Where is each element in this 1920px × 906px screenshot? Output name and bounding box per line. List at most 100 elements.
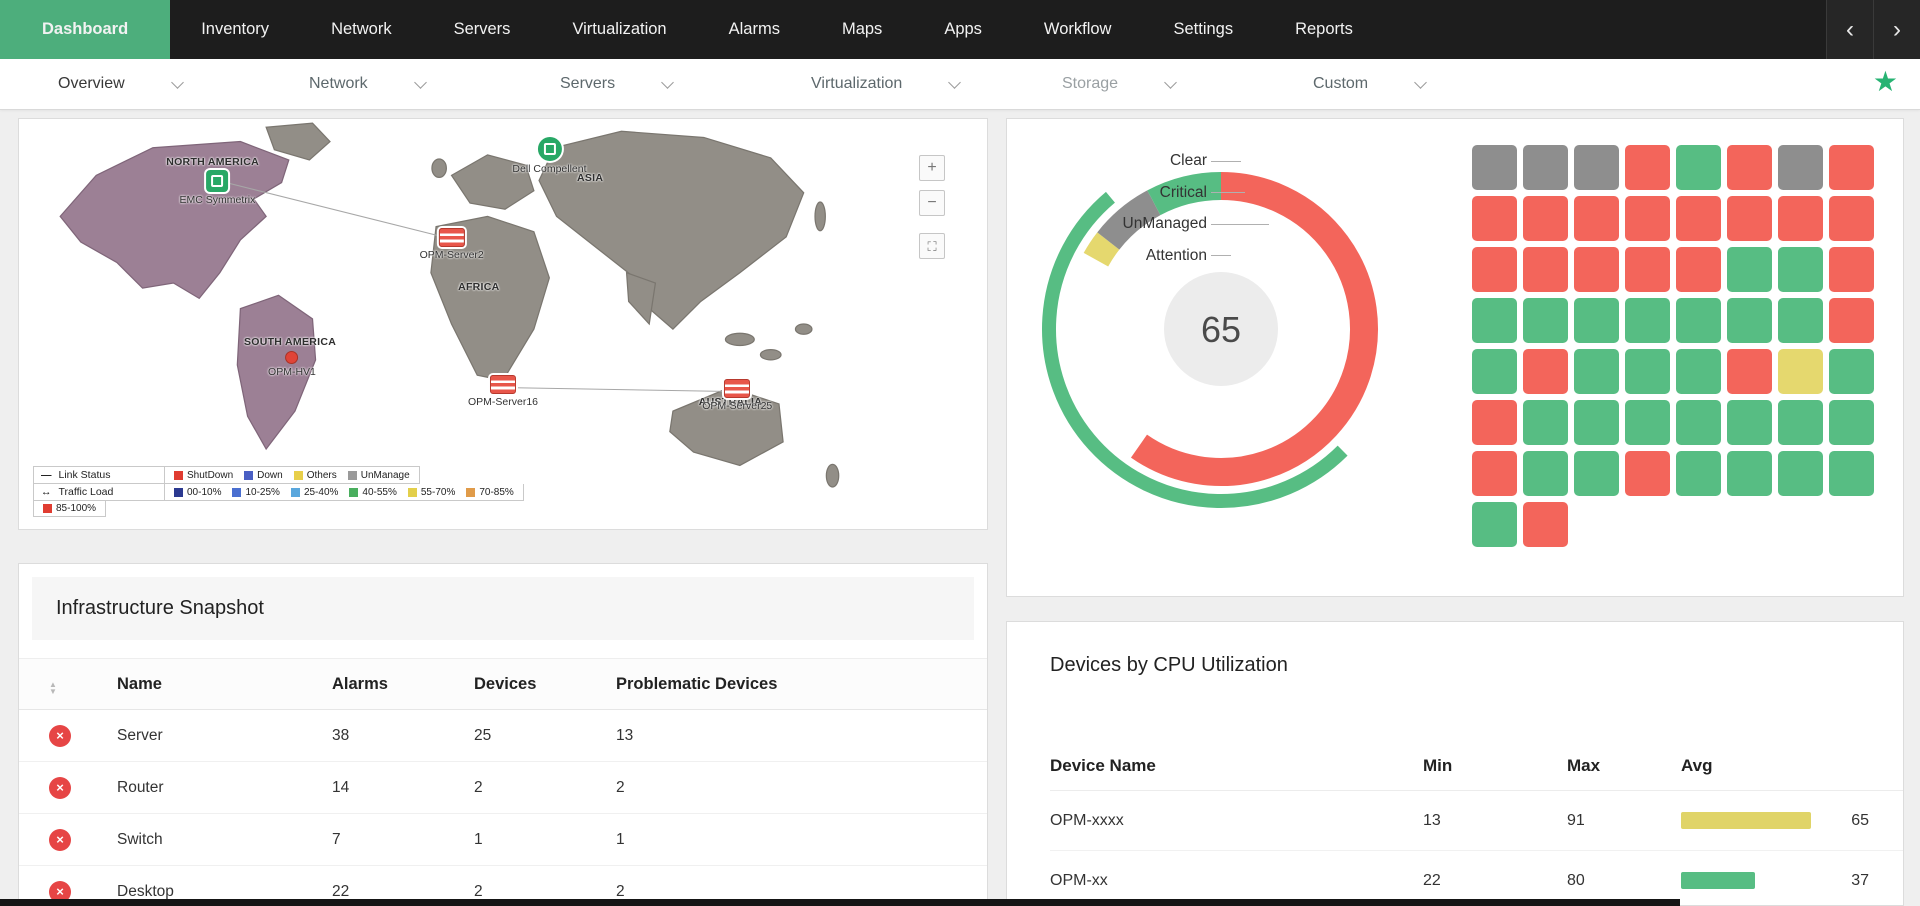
- zoom-out-button[interactable]: −: [919, 190, 945, 216]
- heatmap-cell[interactable]: [1523, 247, 1568, 292]
- heatmap-cell[interactable]: [1727, 400, 1772, 445]
- heatmap-cell[interactable]: [1574, 298, 1619, 343]
- column-header-min[interactable]: Min: [1423, 756, 1567, 776]
- column-header-problematic-devices[interactable]: Problematic Devices: [616, 675, 987, 694]
- heatmap-cell[interactable]: [1523, 502, 1568, 547]
- nav-scroll-right-button[interactable]: ›: [1873, 0, 1920, 59]
- heatmap-cell[interactable]: [1472, 349, 1517, 394]
- heatmap-cell[interactable]: [1625, 247, 1670, 292]
- heatmap-cell[interactable]: [1625, 451, 1670, 496]
- nav-item-dashboard[interactable]: Dashboard: [0, 0, 170, 59]
- heatmap-cell[interactable]: [1778, 349, 1823, 394]
- heatmap-cell[interactable]: [1574, 145, 1619, 190]
- heatmap-cell[interactable]: [1625, 145, 1670, 190]
- column-header-name[interactable]: Name: [117, 675, 332, 694]
- heatmap-cell[interactable]: [1778, 145, 1823, 190]
- heatmap-cell[interactable]: [1676, 298, 1721, 343]
- subnav-item-network[interactable]: Network: [309, 75, 560, 93]
- infra-name[interactable]: Server: [117, 727, 332, 745]
- heatmap-cell[interactable]: [1829, 349, 1874, 394]
- map-marker-dell-compellent[interactable]: Dell Compellent: [512, 137, 586, 175]
- heatmap-cell[interactable]: [1472, 451, 1517, 496]
- heatmap-cell[interactable]: [1523, 400, 1568, 445]
- heatmap-cell[interactable]: [1727, 145, 1772, 190]
- heatmap-cell[interactable]: [1829, 451, 1874, 496]
- map-marker-opm-server25[interactable]: OPM-Server25: [702, 379, 772, 412]
- fullscreen-button[interactable]: ⛶: [919, 233, 945, 259]
- nav-item-inventory[interactable]: Inventory: [170, 0, 300, 59]
- map-marker-emc-symmetrix[interactable]: EMC Symmetrix: [180, 170, 256, 206]
- map-marker-opm-server16[interactable]: OPM-Server16: [468, 375, 538, 408]
- heatmap-cell[interactable]: [1472, 502, 1517, 547]
- subnav-item-overview[interactable]: Overview: [58, 75, 309, 93]
- heatmap-cell[interactable]: [1523, 349, 1568, 394]
- heatmap-cell[interactable]: [1676, 349, 1721, 394]
- heatmap-cell[interactable]: [1676, 451, 1721, 496]
- nav-scroll-left-button[interactable]: ‹: [1826, 0, 1873, 59]
- heatmap-cell[interactable]: [1676, 247, 1721, 292]
- nav-item-reports[interactable]: Reports: [1264, 0, 1384, 59]
- infra-name[interactable]: Switch: [117, 831, 332, 849]
- column-header-avg[interactable]: Avg: [1681, 756, 1903, 776]
- subnav-item-custom[interactable]: Custom: [1313, 75, 1564, 93]
- heatmap-cell[interactable]: [1523, 298, 1568, 343]
- infra-name[interactable]: Desktop: [117, 883, 332, 901]
- heatmap-cell[interactable]: [1778, 400, 1823, 445]
- zoom-in-button[interactable]: +: [919, 155, 945, 181]
- heatmap-cell[interactable]: [1829, 400, 1874, 445]
- heatmap-cell[interactable]: [1829, 247, 1874, 292]
- heatmap-cell[interactable]: [1778, 196, 1823, 241]
- heatmap-cell[interactable]: [1727, 196, 1772, 241]
- heatmap-cell[interactable]: [1472, 247, 1517, 292]
- heatmap-cell[interactable]: [1727, 349, 1772, 394]
- heatmap-cell[interactable]: [1778, 451, 1823, 496]
- heatmap-cell[interactable]: [1676, 145, 1721, 190]
- sort-toggle[interactable]: ▲▼: [19, 673, 117, 695]
- nav-item-alarms[interactable]: Alarms: [698, 0, 811, 59]
- heatmap-cell[interactable]: [1625, 298, 1670, 343]
- heatmap-cell[interactable]: [1574, 400, 1619, 445]
- nav-item-maps[interactable]: Maps: [811, 0, 913, 59]
- heatmap-cell[interactable]: [1625, 349, 1670, 394]
- heatmap-cell[interactable]: [1778, 247, 1823, 292]
- device-name[interactable]: OPM-xx: [1050, 872, 1423, 890]
- heatmap-cell[interactable]: [1523, 145, 1568, 190]
- nav-item-virtualization[interactable]: Virtualization: [541, 0, 697, 59]
- nav-item-apps[interactable]: Apps: [913, 0, 1013, 59]
- heatmap-cell[interactable]: [1472, 400, 1517, 445]
- heatmap-cell[interactable]: [1676, 196, 1721, 241]
- heatmap-cell[interactable]: [1829, 196, 1874, 241]
- heatmap-cell[interactable]: [1574, 196, 1619, 241]
- heatmap-cell[interactable]: [1625, 196, 1670, 241]
- heatmap-cell[interactable]: [1472, 145, 1517, 190]
- nav-item-network[interactable]: Network: [300, 0, 423, 59]
- heatmap-cell[interactable]: [1523, 196, 1568, 241]
- map-marker-opm-server2[interactable]: OPM-Server2: [420, 228, 484, 261]
- column-header-max[interactable]: Max: [1567, 756, 1681, 776]
- heatmap-cell[interactable]: [1574, 247, 1619, 292]
- heatmap-cell[interactable]: [1676, 400, 1721, 445]
- column-header-device-name[interactable]: Device Name: [1050, 756, 1423, 776]
- heatmap-cell[interactable]: [1778, 298, 1823, 343]
- heatmap-cell[interactable]: [1625, 400, 1670, 445]
- column-header-devices[interactable]: Devices: [474, 675, 616, 694]
- heatmap-cell[interactable]: [1727, 451, 1772, 496]
- column-header-alarms[interactable]: Alarms: [332, 675, 474, 694]
- heatmap-cell[interactable]: [1727, 247, 1772, 292]
- heatmap-cell[interactable]: [1574, 451, 1619, 496]
- subnav-item-storage[interactable]: Storage: [1062, 75, 1313, 93]
- nav-item-workflow[interactable]: Workflow: [1013, 0, 1143, 59]
- map-marker-opm-hv1[interactable]: OPM-HV1: [268, 351, 316, 378]
- infra-name[interactable]: Router: [117, 779, 332, 797]
- heatmap-cell[interactable]: [1574, 349, 1619, 394]
- subnav-item-servers[interactable]: Servers: [560, 75, 811, 93]
- heatmap-cell[interactable]: [1523, 451, 1568, 496]
- device-name[interactable]: OPM-xxxx: [1050, 812, 1423, 830]
- nav-item-settings[interactable]: Settings: [1142, 0, 1264, 59]
- heatmap-cell[interactable]: [1829, 298, 1874, 343]
- heatmap-cell[interactable]: [1472, 196, 1517, 241]
- nav-item-servers[interactable]: Servers: [423, 0, 542, 59]
- favorite-star-icon[interactable]: ★: [1873, 68, 1898, 96]
- subnav-item-virtualization[interactable]: Virtualization: [811, 75, 1062, 93]
- heatmap-cell[interactable]: [1829, 145, 1874, 190]
